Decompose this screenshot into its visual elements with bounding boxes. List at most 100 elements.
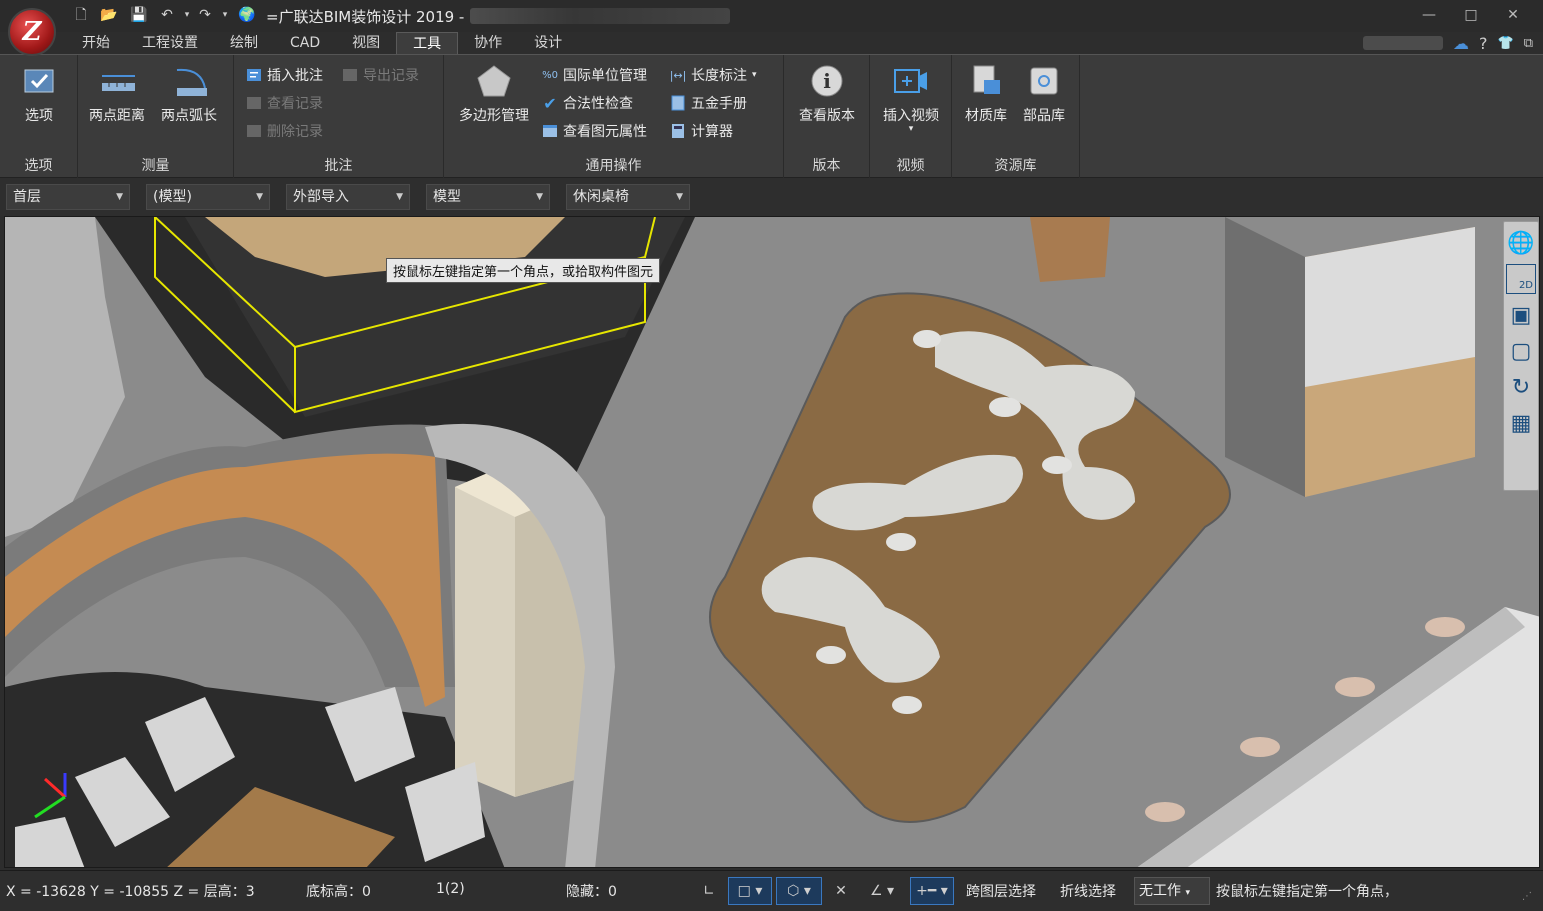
group-label-options: 选项 [24, 158, 53, 174]
tab-tools[interactable]: 工具 [396, 32, 459, 54]
view-version-button[interactable]: i 查看版本 [792, 63, 862, 125]
export-record-button[interactable]: 导出记录 [342, 65, 419, 85]
pentagon-icon [476, 63, 512, 99]
insert-video-label: 插入视频 [883, 108, 939, 124]
help-icon[interactable]: ? [1479, 34, 1488, 53]
3d-viewport[interactable]: 按鼠标左键指定第一个角点，或拾取构件图元 🌐 2D ▣ ▢ ↻ ▦ [4, 216, 1540, 868]
command-prompt: 按鼠标左键指定第一个角点， [1216, 884, 1398, 900]
group-label-version: 版本 [812, 158, 841, 174]
filter-toolbar: 首层 ▼ (模型) ▼ 外部导入 ▼ 模型 ▼ 休闲桌椅 ▼ [0, 178, 1543, 216]
redo-icon[interactable]: ↷ [196, 6, 214, 24]
group-version: i 查看版本 版本 [784, 55, 870, 179]
two-point-arc-button[interactable]: 两点弧长 [156, 63, 222, 125]
two-point-distance-button[interactable]: 两点距离 [84, 63, 150, 125]
calculator-label: 计算器 [691, 124, 733, 140]
tab-view[interactable]: 视图 [336, 32, 396, 54]
info-icon: i [809, 63, 845, 99]
restore-ribbon-icon[interactable]: ⧉ [1524, 36, 1533, 51]
snap-mode-icon[interactable]: □ ▾ [728, 877, 772, 905]
hardware-manual-button[interactable]: 五金手册 [670, 93, 747, 113]
type-value: 模型 [433, 189, 461, 205]
export-record-label: 导出记录 [363, 68, 419, 84]
export-record-icon [342, 67, 358, 83]
angle-icon[interactable]: ∠ ▾ [860, 877, 904, 905]
rotate-view-icon[interactable]: ↻ [1506, 372, 1536, 402]
chevron-down-icon: ▼ [256, 192, 263, 202]
new-file-icon[interactable]: 🗋 [72, 6, 90, 24]
save-icon[interactable]: 💾 [130, 6, 148, 24]
material-library-button[interactable]: 材质库 [958, 63, 1014, 125]
redo-dropdown-icon[interactable]: ▾ [216, 6, 234, 24]
view-element-props-button[interactable]: 查看图元属性 [542, 121, 647, 141]
legality-check-button[interactable]: ✔ 合法性检查 [542, 93, 633, 113]
cloud-icon[interactable]: ☁ [1453, 34, 1469, 53]
insert-annotation-button[interactable]: 插入批注 [246, 65, 323, 85]
calculator-button[interactable]: 计算器 [670, 121, 733, 141]
tab-project-settings[interactable]: 工程设置 [126, 32, 214, 54]
3d-snap-icon[interactable]: ⬡ ▾ [776, 877, 822, 905]
intl-unit-manage-button[interactable]: %0 国际单位管理 [542, 65, 647, 85]
floor-select[interactable]: 首层 ▼ [6, 184, 130, 210]
component-select[interactable]: 休闲桌椅 ▼ [566, 184, 690, 210]
view-navigation-bar: 🌐 2D ▣ ▢ ↻ ▦ [1503, 221, 1539, 491]
ortho-mode-icon[interactable]: ∟ [696, 877, 722, 905]
component-library-button[interactable]: 部品库 [1016, 63, 1072, 125]
app-title: =广联达BIM装饰设计 2019 - [266, 8, 465, 26]
layer-grid-icon[interactable]: ▦ [1506, 408, 1536, 438]
component-value: 休闲桌椅 [573, 189, 629, 205]
view-record-button[interactable]: 查看记录 [246, 93, 323, 113]
orbit-globe-icon[interactable]: 🌐 [1506, 228, 1536, 258]
cross-layer-select-button[interactable]: 跨图层选择 [966, 881, 1036, 901]
delete-record-button[interactable]: 删除记录 [246, 121, 323, 141]
polyline-select-button[interactable]: 折线选择 [1060, 881, 1116, 901]
chevron-down-icon: ▼ [676, 192, 683, 202]
view-3d-front-icon[interactable]: ▣ [1506, 300, 1536, 330]
tab-design[interactable]: 设计 [518, 32, 578, 54]
component-library-label: 部品库 [1023, 108, 1065, 124]
properties-icon [542, 123, 558, 139]
shirt-icon[interactable]: 👕 [1498, 36, 1514, 51]
undo-icon[interactable]: ↶ [158, 6, 176, 24]
workspace-select[interactable]: 无工作 ▾ [1134, 877, 1210, 905]
type-select[interactable]: 模型 ▼ [426, 184, 550, 210]
tab-start[interactable]: 开始 [66, 32, 126, 54]
status-bar: X = -13628 Y = -10855 Z = 层高：3 底标高：0 1(2… [0, 870, 1543, 911]
model-scope-value: (模型) [153, 189, 192, 205]
close-icon[interactable]: ✕ [1499, 4, 1527, 26]
cross-select-icon[interactable]: ✕ [828, 877, 854, 905]
floor-select-value: 首层 [13, 189, 41, 205]
material-library-label: 材质库 [965, 108, 1007, 124]
workspace-value: 无工作 [1139, 883, 1181, 899]
app-logo-letter: Z [22, 17, 42, 47]
undo-dropdown-icon[interactable]: ▾ [178, 6, 196, 24]
open-folder-icon[interactable]: 📂 [100, 6, 118, 24]
polygon-manage-label: 多边形管理 [459, 108, 529, 124]
hardware-manual-label: 五金手册 [691, 96, 747, 112]
tab-draw[interactable]: 绘制 [214, 32, 274, 54]
view-2d-button[interactable]: 2D [1506, 264, 1536, 294]
model-scope-select[interactable]: (模型) ▼ [146, 184, 270, 210]
ruler-arc-icon [171, 63, 207, 99]
options-check-icon [21, 63, 57, 99]
resize-grip-icon[interactable]: ⋰ [1522, 891, 1532, 902]
sync-icon[interactable]: 🌍 [238, 6, 256, 24]
view-3d-perspective-icon[interactable]: ▢ [1506, 336, 1536, 366]
insert-video-button[interactable]: 插入视频 ▾ [876, 63, 946, 134]
minimize-icon[interactable]: — [1415, 4, 1443, 26]
two-point-arc-label: 两点弧长 [161, 108, 217, 124]
view-record-icon [246, 95, 262, 111]
polygon-manage-button[interactable]: 多边形管理 [454, 63, 534, 125]
app-logo[interactable]: Z [8, 8, 56, 56]
title-file-name-redacted [470, 8, 730, 24]
maximize-icon[interactable]: □ [1457, 4, 1485, 26]
chevron-down-icon: ▾ [752, 70, 757, 80]
ribbon-tabs: 开始 工程设置 绘制 CAD 视图 工具 协作 设计 [66, 32, 578, 54]
options-button[interactable]: 选项 [14, 63, 64, 125]
legality-check-label: 合法性检查 [563, 96, 633, 112]
length-dimension-button[interactable]: |↔| 长度标注 ▾ [670, 65, 757, 85]
tab-collaborate[interactable]: 协作 [458, 32, 518, 54]
dynamic-input-icon[interactable]: +━ ▾ [910, 877, 954, 905]
category-select[interactable]: 外部导入 ▼ [286, 184, 410, 210]
tab-cad[interactable]: CAD [274, 32, 336, 54]
ribbon-panel: 选项 选项 两点距离 两点弧长 测量 插入批注 导出记录 查看记录 删除记录 批… [0, 54, 1543, 179]
